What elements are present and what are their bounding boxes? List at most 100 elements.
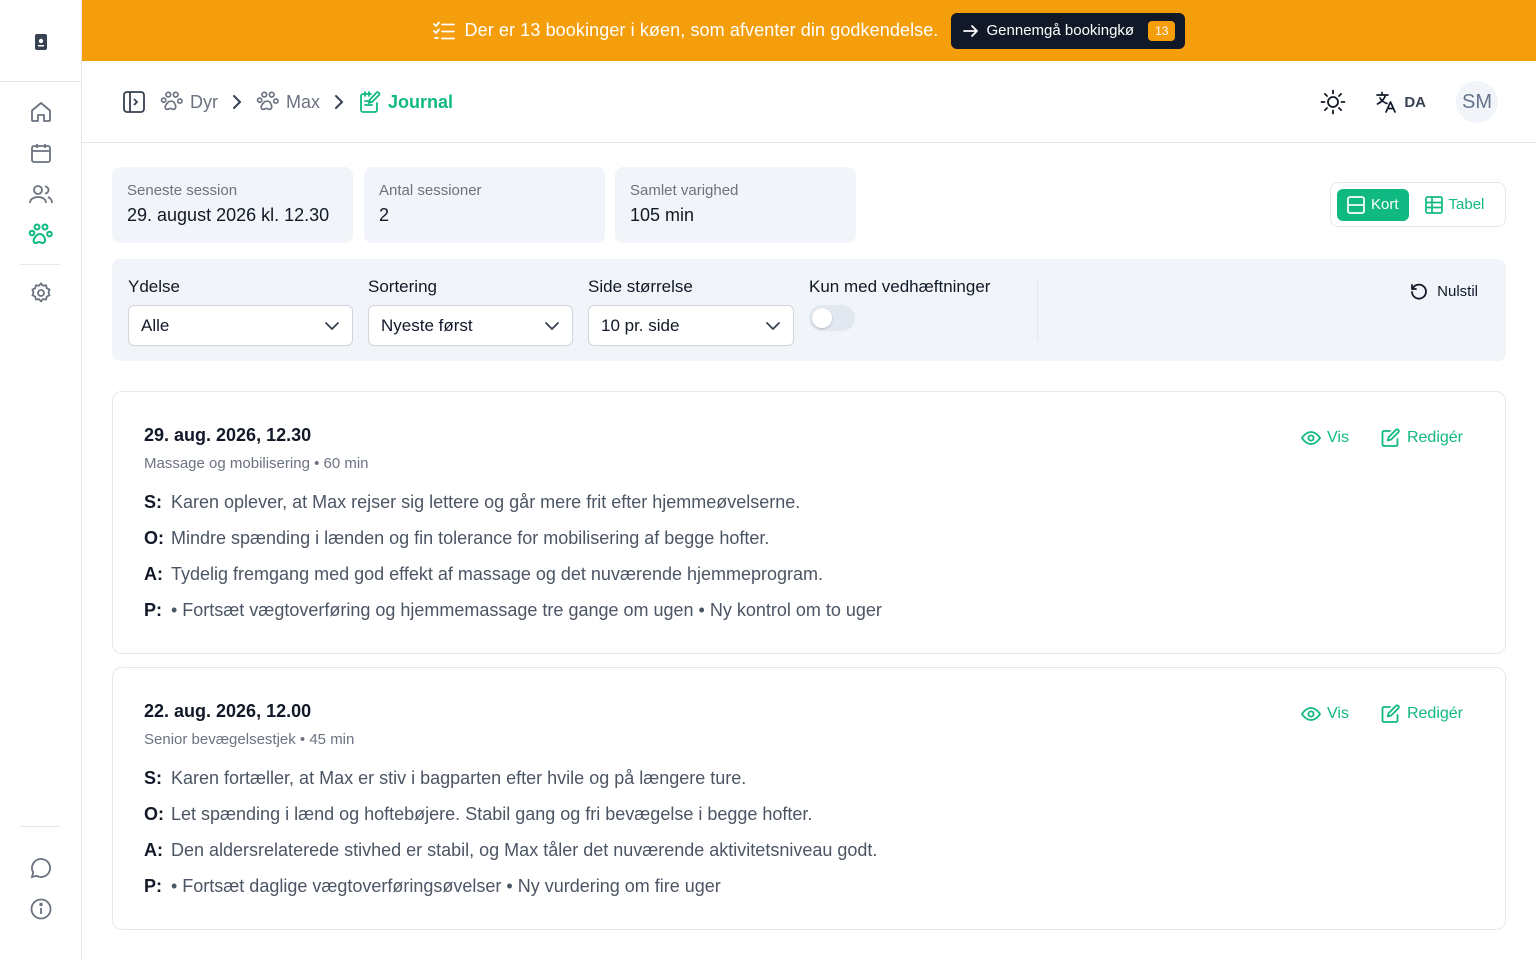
edit-label: Redigér bbox=[1406, 705, 1463, 722]
chevron-down-icon bbox=[765, 321, 781, 331]
users-icon[interactable] bbox=[27, 180, 55, 208]
sidebar-divider bbox=[20, 826, 60, 827]
soap-text: Let spænding i lænd og hoftebøjere. Stab… bbox=[171, 804, 813, 824]
soap-plan: P: • Fortsæt vægtoverføring og hjemmemass… bbox=[144, 600, 882, 621]
soap-objective: O: Let spænding i lænd og hoftebøjere. St… bbox=[144, 804, 812, 825]
chevron-down-icon bbox=[544, 321, 560, 331]
breadcrumb-label: Max bbox=[286, 91, 321, 112]
booking-queue-banner: Der er 13 bookinger i køen, som afventer… bbox=[82, 0, 1536, 61]
breadcrumb: Dyr Max Journal bbox=[122, 88, 453, 116]
reset-icon bbox=[1409, 281, 1429, 301]
attachments-filter-label: Kun med vedhæftninger bbox=[809, 277, 991, 296]
table-view-label: Tabel bbox=[1448, 196, 1485, 213]
calendar-icon[interactable] bbox=[27, 139, 55, 167]
view-button[interactable]: Vis bbox=[1301, 429, 1349, 447]
journal-icon bbox=[358, 90, 382, 114]
soap-text: Tydelig fremgang med god effekt af massa… bbox=[171, 564, 824, 584]
breadcrumb-label: Journal bbox=[388, 91, 454, 112]
stat-label: Antal sessioner bbox=[379, 182, 482, 199]
sidebar-toggle-icon[interactable] bbox=[122, 90, 146, 114]
table-view-icon bbox=[1424, 195, 1443, 214]
stat-value: 29. august 2026 kl. 12.30 bbox=[127, 205, 330, 225]
page-size-select[interactable]: 10 pr. side bbox=[588, 305, 794, 346]
translate-icon bbox=[1376, 91, 1397, 113]
service-select[interactable]: Alle bbox=[128, 305, 353, 346]
avatar[interactable]: SM bbox=[1456, 81, 1498, 123]
view-label: Vis bbox=[1327, 705, 1349, 722]
breadcrumb-item-max[interactable]: Max bbox=[256, 90, 320, 114]
stat-latest-session: Seneste session 29. august 2026 kl. 12.3… bbox=[112, 167, 353, 243]
sidebar-divider bbox=[0, 81, 82, 82]
banner-text: Der er 13 bookinger i køen, som afventer… bbox=[464, 20, 939, 40]
soap-key: P: bbox=[144, 600, 162, 620]
service-filter-label: Ydelse bbox=[128, 277, 180, 296]
soap-key: P: bbox=[144, 876, 162, 896]
sort-filter: Sortering Nyeste først bbox=[368, 277, 573, 346]
soap-text: • Fortsæt daglige vægtoverføringsøvelser… bbox=[171, 876, 721, 896]
filter-divider bbox=[1037, 279, 1038, 341]
stat-session-count: Antal sessioner 2 bbox=[364, 167, 605, 243]
soap-text: • Fortsæt vægtoverføring og hjemmemassag… bbox=[171, 600, 882, 620]
arrow-right-icon bbox=[962, 24, 979, 38]
toggle-knob bbox=[812, 308, 832, 328]
page-size-select-value: 10 pr. side bbox=[601, 315, 680, 335]
entry-actions: Vis Redigér bbox=[1301, 704, 1463, 724]
paw-icon bbox=[160, 90, 184, 114]
journal-entry-card: 29. aug. 2026, 12.30 Massage og mobilise… bbox=[112, 391, 1506, 654]
edit-button[interactable]: Redigér bbox=[1381, 704, 1463, 724]
card-view-icon bbox=[1347, 195, 1365, 214]
chat-icon[interactable] bbox=[27, 854, 55, 882]
view-toggle: Kort Tabel bbox=[1330, 182, 1506, 227]
attachments-toggle[interactable] bbox=[809, 305, 855, 331]
breadcrumb-item-journal[interactable]: Journal bbox=[358, 90, 453, 114]
edit-label: Redigér bbox=[1406, 429, 1463, 446]
stat-value: 2 bbox=[379, 205, 390, 225]
breadcrumb-item-dyr[interactable]: Dyr bbox=[160, 90, 218, 114]
soap-objective: O: Mindre spænding i lænden og fin tolera… bbox=[144, 528, 769, 549]
top-header: Dyr Max Journal DA SM bbox=[82, 61, 1536, 143]
card-view-label: Kort bbox=[1371, 196, 1399, 213]
stat-label: Samlet varighed bbox=[630, 182, 739, 199]
breadcrumb-label: Dyr bbox=[190, 91, 218, 112]
chevron-right-icon bbox=[334, 94, 344, 110]
reset-button[interactable]: Nulstil bbox=[1409, 281, 1478, 301]
eye-icon bbox=[1301, 706, 1322, 722]
edit-button[interactable]: Redigér bbox=[1381, 428, 1463, 448]
sort-select-value: Nyeste først bbox=[381, 315, 473, 335]
reset-label: Nulstil bbox=[1437, 282, 1478, 300]
info-icon[interactable] bbox=[27, 895, 55, 923]
sort-filter-label: Sortering bbox=[368, 277, 437, 296]
soap-text: Den aldersrelaterede stivhed er stabil, … bbox=[171, 840, 878, 860]
stat-value: 105 min bbox=[630, 205, 695, 225]
soap-key: O: bbox=[144, 804, 164, 824]
view-label: Vis bbox=[1327, 429, 1349, 446]
soap-text: Mindre spænding i lænden og fin toleranc… bbox=[171, 528, 770, 548]
chevron-right-icon bbox=[232, 94, 242, 110]
soap-subjective: S: Karen oplever, at Max rejser sig lette… bbox=[144, 492, 800, 513]
page-size-filter-label: Side størrelse bbox=[588, 277, 693, 296]
paw-icon[interactable] bbox=[27, 221, 55, 249]
soap-key: S: bbox=[144, 492, 162, 512]
logo-icon[interactable] bbox=[29, 30, 53, 54]
sort-select[interactable]: Nyeste først bbox=[368, 305, 573, 346]
soap-text: Karen fortæller, at Max er stiv i bagpar… bbox=[171, 768, 747, 788]
edit-icon bbox=[1381, 704, 1401, 724]
service-filter: Ydelse Alle bbox=[128, 277, 353, 346]
soap-plan: P: • Fortsæt daglige vægtoverføringsøvels… bbox=[144, 876, 721, 897]
home-icon[interactable] bbox=[27, 98, 55, 126]
view-button[interactable]: Vis bbox=[1301, 705, 1349, 723]
stat-label: Seneste session bbox=[127, 182, 238, 199]
review-booking-queue-button[interactable]: Gennemgå bookingkø 13 bbox=[950, 12, 1186, 49]
card-view-button[interactable]: Kort bbox=[1337, 188, 1409, 221]
soap-key: A: bbox=[144, 840, 163, 860]
soap-key: S: bbox=[144, 768, 162, 788]
sun-icon[interactable] bbox=[1320, 89, 1346, 115]
eye-icon bbox=[1301, 430, 1322, 446]
settings-icon[interactable] bbox=[27, 279, 55, 307]
table-view-button[interactable]: Tabel bbox=[1415, 189, 1495, 221]
chevron-down-icon bbox=[324, 321, 340, 331]
review-booking-queue-label: Gennemgå bookingkø bbox=[986, 22, 1135, 39]
stat-total-duration: Samlet varighed 105 min bbox=[615, 167, 856, 243]
language-switcher[interactable]: DA bbox=[1376, 91, 1426, 113]
soap-key: A: bbox=[144, 564, 163, 584]
